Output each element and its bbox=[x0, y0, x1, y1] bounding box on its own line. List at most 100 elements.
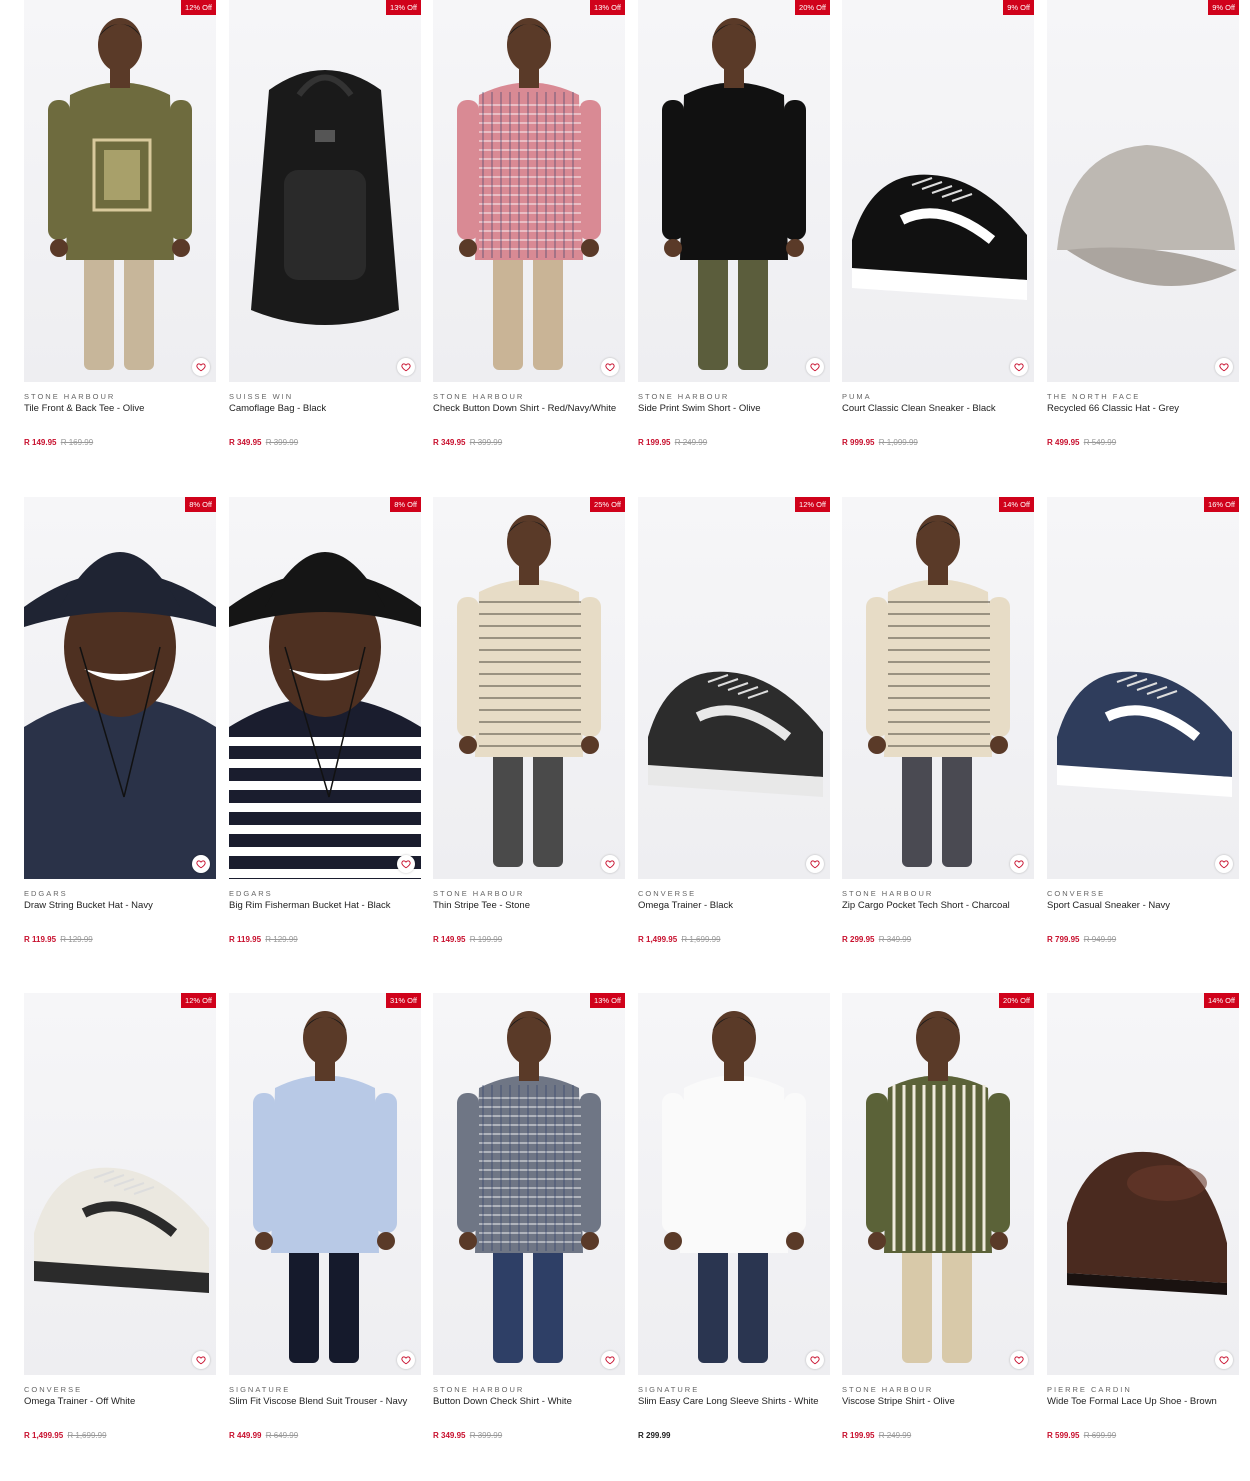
product-card-8[interactable]: 8% Off EDGARS Big Rim Fisherman Bucket H… bbox=[229, 497, 421, 944]
wishlist-button[interactable] bbox=[1215, 1351, 1233, 1369]
sale-price: R 199.95 bbox=[842, 1431, 875, 1440]
wishlist-button[interactable] bbox=[806, 1351, 824, 1369]
wishlist-button[interactable] bbox=[601, 358, 619, 376]
wishlist-button[interactable] bbox=[806, 358, 824, 376]
product-name[interactable]: Slim Easy Care Long Sleeve Shirts - Whit… bbox=[638, 1396, 830, 1407]
product-image[interactable]: 20% Off bbox=[842, 993, 1034, 1375]
heart-icon bbox=[1219, 363, 1229, 372]
product-name[interactable]: Omega Trainer - Black bbox=[638, 900, 830, 911]
sale-price: R 349.95 bbox=[229, 438, 262, 447]
product-card-7[interactable]: 8% Off EDGARS Draw String Bucket Hat - N… bbox=[24, 497, 216, 944]
product-image[interactable]: 8% Off bbox=[229, 497, 421, 879]
product-image[interactable]: 12% Off bbox=[638, 497, 830, 879]
product-name[interactable]: Camoflage Bag - Black bbox=[229, 403, 421, 414]
product-image[interactable]: 13% Off bbox=[433, 993, 625, 1375]
sale-price: R 1,499.95 bbox=[24, 1431, 64, 1440]
product-name[interactable]: Sport Casual Sneaker - Navy bbox=[1047, 900, 1239, 911]
product-price: R 149.95 R 199.99 bbox=[433, 935, 625, 944]
product-name[interactable]: Recycled 66 Classic Hat - Grey bbox=[1047, 403, 1239, 414]
product-name[interactable]: Side Print Swim Short - Olive bbox=[638, 403, 830, 414]
wishlist-button[interactable] bbox=[192, 855, 210, 873]
product-card-11[interactable]: 14% Off STONE HARBOUR Zip Cargo Pocket T… bbox=[842, 497, 1034, 944]
product-card-6[interactable]: 9% Off THE NORTH FACE Recycled 66 Classi… bbox=[1047, 0, 1239, 447]
original-price: R 169.99 bbox=[60, 438, 94, 447]
product-name[interactable]: Button Down Check Shirt - White bbox=[433, 1396, 625, 1407]
product-card-4[interactable]: 20% Off STONE HARBOUR Side Print Swim Sh… bbox=[638, 0, 830, 447]
product-brand: STONE HARBOUR bbox=[842, 1385, 934, 1394]
wishlist-button[interactable] bbox=[192, 358, 210, 376]
product-card-3[interactable]: 13% Off STONE HARBOUR Check Button Down … bbox=[433, 0, 625, 447]
product-card-16[interactable]: SIGNATURE Slim Easy Care Long Sleeve Shi… bbox=[638, 993, 830, 1440]
product-photo bbox=[24, 552, 216, 879]
product-image[interactable]: 14% Off bbox=[842, 497, 1034, 879]
heart-icon bbox=[605, 363, 615, 372]
product-card-10[interactable]: 12% Off CONVERSE Omega Trainer - Black R… bbox=[638, 497, 830, 944]
product-image[interactable]: 13% Off bbox=[433, 0, 625, 382]
product-card-1[interactable]: 12% Off STONE HARBOUR Tile Front & Back … bbox=[24, 0, 216, 447]
product-image[interactable]: 12% Off bbox=[24, 993, 216, 1375]
wishlist-button[interactable] bbox=[806, 855, 824, 873]
product-photo bbox=[662, 18, 806, 370]
heart-icon bbox=[401, 860, 411, 869]
product-brand: PUMA bbox=[842, 392, 872, 401]
product-name[interactable]: Check Button Down Shirt - Red/Navy/White bbox=[433, 403, 625, 414]
product-card-14[interactable]: 31% Off SIGNATURE Slim Fit Viscose Blend… bbox=[229, 993, 421, 1440]
sale-price: R 799.95 bbox=[1047, 935, 1080, 944]
product-card-15[interactable]: 13% Off STONE HARBOUR Button Down Check … bbox=[433, 993, 625, 1440]
original-price: R 949.99 bbox=[1083, 935, 1117, 944]
wishlist-button[interactable] bbox=[601, 1351, 619, 1369]
heart-icon bbox=[1014, 1356, 1024, 1365]
product-name[interactable]: Draw String Bucket Hat - Navy bbox=[24, 900, 216, 911]
product-card-2[interactable]: 13% Off SUISSE WIN Camoflage Bag - Black… bbox=[229, 0, 421, 447]
product-name[interactable]: Court Classic Clean Sneaker - Black bbox=[842, 403, 1034, 414]
product-card-18[interactable]: 14% Off PIERRE CARDIN Wide Toe Formal La… bbox=[1047, 993, 1239, 1440]
product-image[interactable]: 13% Off bbox=[229, 0, 421, 382]
wishlist-button[interactable] bbox=[192, 1351, 210, 1369]
discount-badge: 12% Off bbox=[181, 0, 216, 15]
product-name[interactable]: Omega Trainer - Off White bbox=[24, 1396, 216, 1407]
product-card-5[interactable]: 9% Off PUMA Court Classic Clean Sneaker … bbox=[842, 0, 1034, 447]
wishlist-button[interactable] bbox=[397, 1351, 415, 1369]
wishlist-button[interactable] bbox=[1010, 855, 1028, 873]
product-name[interactable]: Slim Fit Viscose Blend Suit Trouser - Na… bbox=[229, 1396, 421, 1407]
wishlist-button[interactable] bbox=[1215, 358, 1233, 376]
product-card-17[interactable]: 20% Off STONE HARBOUR Viscose Stripe Shi… bbox=[842, 993, 1034, 1440]
wishlist-button[interactable] bbox=[601, 855, 619, 873]
product-image[interactable] bbox=[638, 993, 830, 1375]
product-card-13[interactable]: 12% Off CONVERSE Omega Trainer - Off Whi… bbox=[24, 993, 216, 1440]
product-price: R 299.99 bbox=[638, 1431, 830, 1440]
product-name[interactable]: Viscose Stripe Shirt - Olive bbox=[842, 1396, 1034, 1407]
product-image[interactable]: 16% Off bbox=[1047, 497, 1239, 879]
product-image[interactable]: 12% Off bbox=[24, 0, 216, 382]
product-image[interactable]: 31% Off bbox=[229, 993, 421, 1375]
product-image[interactable]: 20% Off bbox=[638, 0, 830, 382]
product-brand: STONE HARBOUR bbox=[638, 392, 730, 401]
product-name[interactable]: Zip Cargo Pocket Tech Short - Charcoal bbox=[842, 900, 1034, 911]
product-name[interactable]: Big Rim Fisherman Bucket Hat - Black bbox=[229, 900, 421, 911]
discount-badge: 20% Off bbox=[999, 993, 1034, 1008]
wishlist-button[interactable] bbox=[1215, 855, 1233, 873]
product-image[interactable]: 14% Off bbox=[1047, 993, 1239, 1375]
product-photo bbox=[1057, 145, 1237, 286]
product-image[interactable]: 9% Off bbox=[842, 0, 1034, 382]
heart-icon bbox=[401, 1356, 411, 1365]
discount-badge: 14% Off bbox=[1204, 993, 1239, 1008]
product-image[interactable]: 8% Off bbox=[24, 497, 216, 879]
product-image[interactable]: 25% Off bbox=[433, 497, 625, 879]
product-image[interactable]: 9% Off bbox=[1047, 0, 1239, 382]
wishlist-button[interactable] bbox=[1010, 1351, 1028, 1369]
heart-icon bbox=[1014, 363, 1024, 372]
product-brand: STONE HARBOUR bbox=[433, 392, 525, 401]
product-name[interactable]: Wide Toe Formal Lace Up Shoe - Brown bbox=[1047, 1396, 1239, 1407]
product-card-12[interactable]: 16% Off CONVERSE Sport Casual Sneaker - … bbox=[1047, 497, 1239, 944]
product-name[interactable]: Thin Stripe Tee - Stone bbox=[433, 900, 625, 911]
discount-badge: 8% Off bbox=[390, 497, 421, 512]
original-price: R 399.99 bbox=[469, 1431, 503, 1440]
product-card-9[interactable]: 25% Off STONE HARBOUR Thin Stripe Tee - … bbox=[433, 497, 625, 944]
product-brand: SIGNATURE bbox=[229, 1385, 291, 1394]
wishlist-button[interactable] bbox=[397, 855, 415, 873]
product-price: R 1,499.95 R 1,699.99 bbox=[638, 935, 830, 944]
wishlist-button[interactable] bbox=[397, 358, 415, 376]
product-name[interactable]: Tile Front & Back Tee - Olive bbox=[24, 403, 216, 414]
wishlist-button[interactable] bbox=[1010, 358, 1028, 376]
